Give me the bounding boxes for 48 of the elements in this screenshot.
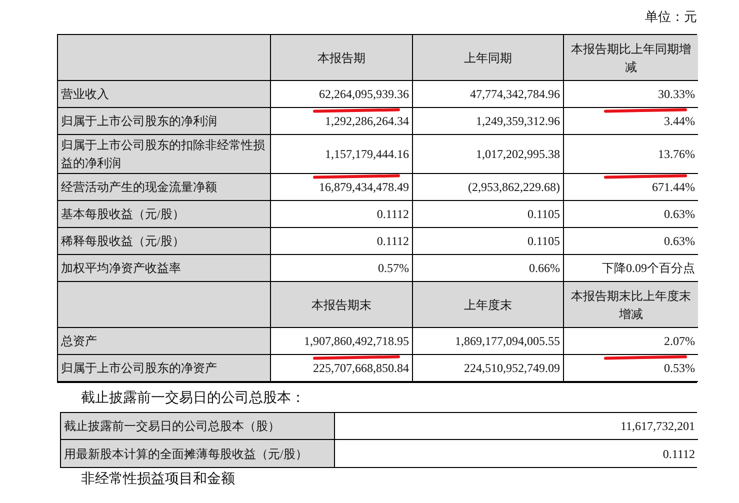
column-header: 上年度末 <box>413 282 564 328</box>
row-label: 归属于上市公司股东的扣除非经常性损益的净利润 <box>58 135 271 174</box>
column-header: 本报告期比上年同期增减 <box>564 35 698 81</box>
table-cell-text: 0.1112 <box>376 233 409 250</box>
table-cell-text: 1,292,286,264.34 <box>325 113 409 130</box>
row-label: 归属于上市公司股东的净资产 <box>58 355 271 382</box>
table-cell-text: 30.33% <box>658 86 695 103</box>
table-cell-text: 1,157,179,444.16 <box>325 146 409 163</box>
table-cell-text: 1,907,860,492,718.95 <box>304 333 409 350</box>
table-cell-text: 2.07% <box>664 333 695 350</box>
column-header: 本报告期 <box>271 35 413 81</box>
table-cell-text: 0.1112 <box>376 206 409 223</box>
table-cell-text: 224,510,952,749.09 <box>464 360 560 377</box>
table-cell-text: 3.44% <box>664 113 695 130</box>
table-cell-text: 47,774,342,784.96 <box>470 86 560 103</box>
unit-label: 单位：元 <box>645 8 698 26</box>
row-label: 加权平均净资产收益率 <box>58 255 271 282</box>
table-cell-text: 1,869,177,094,005.55 <box>455 333 560 350</box>
table-cell-text: 0.1105 <box>527 206 560 223</box>
table-cell: 11,617,732,201 <box>335 413 698 440</box>
table-cell-text: 0.63% <box>664 206 695 223</box>
table-cell-text: 1,017,202,995.38 <box>476 146 560 163</box>
table-cell-text: 225,707,668,850.84 <box>313 360 409 377</box>
table-cell-text: 0.63% <box>664 233 695 250</box>
row-label: 基本每股收益（元/股） <box>58 201 271 228</box>
section-heading: 非经常性损益项目和金额 <box>81 472 236 488</box>
table-cell-text: 671.44% <box>652 179 695 196</box>
table-cell-text: 62,264,095,939.36 <box>319 86 409 103</box>
section-heading: 截止披露前一交易日的公司总股本： <box>81 389 306 407</box>
table-cell-text: (2,953,862,229.68) <box>468 179 560 196</box>
row-label: 总资产 <box>58 328 271 355</box>
row-label: 截止披露前一交易日的公司总股本（股） <box>61 413 335 440</box>
row-label: 稀释每股收益（元/股） <box>58 228 271 255</box>
table-cell-text: 0.53% <box>664 360 695 377</box>
table-cell-text: 0.1105 <box>527 233 560 250</box>
row-label: 归属于上市公司股东的净利润 <box>58 108 271 135</box>
table-cell-text: 16,879,434,478.49 <box>319 179 409 196</box>
table-cell-text: 下降0.09个百分点 <box>602 260 695 277</box>
row-label: 营业收入 <box>58 81 271 108</box>
table-cell-text: 13.76% <box>658 146 695 163</box>
row-label: 经营活动产生的现金流量净额 <box>58 174 271 201</box>
table-cell-text: 0.66% <box>529 260 560 277</box>
row-label: 用最新股本计算的全面摊薄每股收益（元/股） <box>61 440 335 467</box>
column-header: 本报告期末比上年度末增减 <box>564 282 698 328</box>
column-header: 上年同期 <box>413 35 564 81</box>
column-header: 本报告期末 <box>271 282 413 328</box>
table-cell-text: 0.57% <box>378 260 409 277</box>
table-cell-text: 1,249,359,312.96 <box>476 113 560 130</box>
